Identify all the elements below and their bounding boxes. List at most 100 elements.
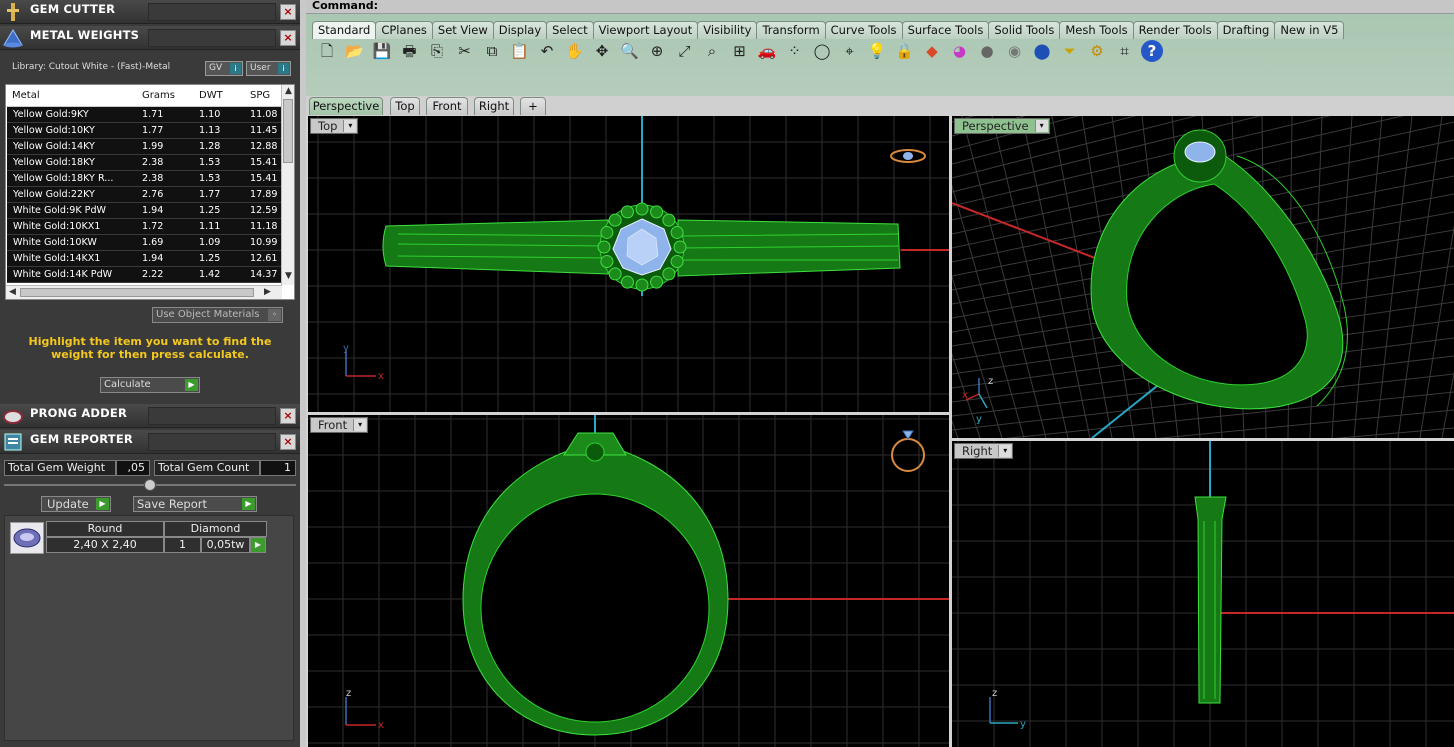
help-icon[interactable]: ? — [1141, 40, 1163, 62]
table-row[interactable]: White Gold:10KX1 1.72 1.11 11.18 — [7, 219, 281, 235]
toolbar-tab-cplanes[interactable]: CPlanes — [375, 21, 433, 39]
zoom-extents-icon[interactable]: ⤢ — [674, 40, 696, 62]
scroll-left-icon[interactable]: ◀ — [9, 287, 16, 297]
table-row[interactable]: Yellow Gold:14KY 1.99 1.28 12.88 — [7, 139, 281, 155]
toolbar-tab-viewport-layout[interactable]: Viewport Layout — [592, 21, 699, 39]
scroll-down-icon[interactable]: ▼ — [285, 271, 292, 281]
viewport-front[interactable]: z x Front ▾ — [308, 415, 949, 747]
tab-right[interactable]: Right — [474, 97, 514, 115]
four-view-icon[interactable]: ⊞ — [729, 40, 751, 62]
command-line[interactable]: Command: — [306, 0, 1454, 14]
viewport-top[interactable]: y x Top ▾ — [308, 116, 949, 412]
toolbar-tab-new-in-v5[interactable]: New in V5 — [1274, 21, 1345, 39]
column-dwt[interactable]: DWT — [199, 90, 223, 101]
gem-cutter-header[interactable]: GEM CUTTER × — [0, 0, 300, 24]
metal-weights-close-button[interactable]: × — [280, 30, 296, 46]
zoom-window-icon[interactable]: ⊕ — [646, 40, 668, 62]
toolbar-tab-visibility[interactable]: Visibility — [697, 21, 758, 39]
horizontal-scroll-thumb[interactable] — [20, 288, 254, 297]
tab-top[interactable]: Top — [390, 97, 420, 115]
update-button[interactable]: Update ▶ — [41, 496, 111, 512]
render-sphere-icon[interactable]: ● — [976, 40, 998, 62]
toolbar-tab-display[interactable]: Display — [492, 21, 548, 39]
table-row[interactable]: Yellow Gold:9KY 1.71 1.10 11.08 — [7, 107, 281, 123]
gem-reporter-header[interactable]: GEM REPORTER × — [0, 430, 300, 454]
scroll-up-icon[interactable]: ▲ — [285, 86, 292, 96]
toolbar-tab-solid-tools[interactable]: Solid Tools — [988, 21, 1061, 39]
import-icon[interactable]: ⎘ — [426, 40, 448, 62]
dots-icon[interactable]: ⁘ — [784, 40, 806, 62]
lock-icon[interactable]: 🔒 — [894, 40, 916, 62]
table-row[interactable]: Yellow Gold:18KY 2.38 1.53 15.41 — [7, 155, 281, 171]
dimension-icon[interactable]: ⌗ — [1114, 40, 1136, 62]
scroll-right-icon[interactable]: ▶ — [264, 287, 271, 297]
rotate-view-icon[interactable]: ✥ — [591, 40, 613, 62]
table-row[interactable]: Yellow Gold:10KY 1.77 1.13 11.45 — [7, 123, 281, 139]
dropdown-arrow-icon[interactable]: ▾ — [998, 445, 1012, 457]
dropdown-arrow-icon[interactable]: ▾ — [353, 419, 367, 431]
use-object-materials-select[interactable]: Use Object Materials ◦ — [152, 307, 283, 323]
car-icon[interactable]: 🚗 — [756, 40, 778, 62]
splitter-handle-icon[interactable] — [144, 479, 156, 491]
user-toggle[interactable]: User i — [246, 61, 291, 76]
color-wheel-icon[interactable]: ◕ — [949, 40, 971, 62]
table-row[interactable]: Yellow Gold:18KY R... 2.38 1.53 15.41 — [7, 171, 281, 187]
viewport-perspective[interactable]: z x y Perspective ▾ — [952, 116, 1454, 438]
toolbar-tab-select[interactable]: Select — [546, 21, 594, 39]
gem-reporter-close-button[interactable]: × — [280, 434, 296, 450]
column-metal[interactable]: Metal — [12, 90, 40, 101]
toolbar-tab-drafting[interactable]: Drafting — [1216, 21, 1276, 39]
settings-gear-icon[interactable]: ⚙ — [1086, 40, 1108, 62]
new-file-icon[interactable]: 🗋 — [316, 40, 338, 62]
table-row[interactable]: White Gold:14KX1 1.94 1.25 12.61 — [7, 251, 281, 267]
circle-icon[interactable]: ◯ — [811, 40, 833, 62]
table-row[interactable]: White Gold:10KW 1.69 1.09 10.99 — [7, 235, 281, 251]
gem-cutter-close-button[interactable]: × — [280, 4, 296, 20]
snap-icon[interactable]: ⌖ — [839, 40, 861, 62]
table-row[interactable]: White Gold:14K PdW 2.22 1.42 14.37 — [7, 267, 281, 283]
viewport-label-front[interactable]: Front ▾ — [310, 417, 369, 433]
dropdown-arrow-icon[interactable]: ▾ — [1034, 120, 1048, 132]
open-folder-icon[interactable]: 📂 — [344, 40, 366, 62]
viewport-label-right[interactable]: Right ▾ — [954, 443, 1014, 459]
table-row[interactable]: Yellow Gold:22KY 2.76 1.77 17.89 — [7, 187, 281, 203]
print-icon[interactable]: 🖶 — [399, 40, 421, 62]
gem-list-item[interactable]: Round Diamond 2,40 X 2,40 1 0,05tw ▶ — [8, 520, 268, 556]
column-grams[interactable]: Grams — [142, 90, 175, 101]
select-filter-icon[interactable]: ⏷ — [1059, 40, 1081, 62]
toolbar-tab-render-tools[interactable]: Render Tools — [1132, 21, 1218, 39]
undo-icon[interactable]: ↶ — [536, 40, 558, 62]
pan-hand-icon[interactable]: ✋ — [564, 40, 586, 62]
zoom-selected-icon[interactable]: ⌕ — [701, 40, 723, 62]
blue-sphere-icon[interactable]: ⬤ — [1031, 40, 1053, 62]
save-report-button[interactable]: Save Report ▶ — [133, 496, 257, 512]
table-horizontal-scrollbar[interactable]: ◀ ▶ — [6, 285, 282, 299]
prong-adder-header[interactable]: PRONG ADDER × — [0, 404, 300, 428]
gem-detail-arrow-icon[interactable]: ▶ — [250, 537, 266, 553]
column-spg[interactable]: SPG — [250, 90, 270, 101]
toolbar-tab-set-view[interactable]: Set View — [431, 21, 494, 39]
paste-icon[interactable]: 📋 — [509, 40, 531, 62]
toolbar-tab-surface-tools[interactable]: Surface Tools — [901, 21, 990, 39]
cut-icon[interactable]: ✂ — [454, 40, 476, 62]
layers-icon[interactable]: ◆ — [921, 40, 943, 62]
tab-front[interactable]: Front — [426, 97, 468, 115]
toolbar-tab-curve-tools[interactable]: Curve Tools — [824, 21, 903, 39]
viewport-label-top[interactable]: Top ▾ — [310, 118, 359, 134]
tab-perspective[interactable]: Perspective — [309, 97, 383, 115]
add-tab-button[interactable]: + — [520, 97, 546, 115]
material-sphere-icon[interactable]: ◉ — [1004, 40, 1026, 62]
calculate-button[interactable]: Calculate ▶ — [100, 377, 200, 393]
table-vertical-scrollbar[interactable]: ▲ ▼ — [281, 85, 294, 285]
metal-weights-header[interactable]: METAL WEIGHTS × — [0, 26, 300, 50]
table-row[interactable]: White Gold:9K PdW 1.94 1.25 12.59 — [7, 203, 281, 219]
scroll-thumb[interactable] — [283, 99, 293, 163]
viewport-right[interactable]: z y Right ▾ — [952, 441, 1454, 747]
save-icon[interactable]: 💾 — [371, 40, 393, 62]
dropdown-arrow-icon[interactable]: ▾ — [343, 120, 357, 132]
toolbar-tab-transform[interactable]: Transform — [756, 21, 826, 39]
lightbulb-icon[interactable]: 💡 — [866, 40, 888, 62]
toolbar-tab-mesh-tools[interactable]: Mesh Tools — [1059, 21, 1134, 39]
gv-toggle[interactable]: GV i — [205, 61, 243, 76]
toolbar-tab-standard[interactable]: Standard — [312, 21, 377, 39]
